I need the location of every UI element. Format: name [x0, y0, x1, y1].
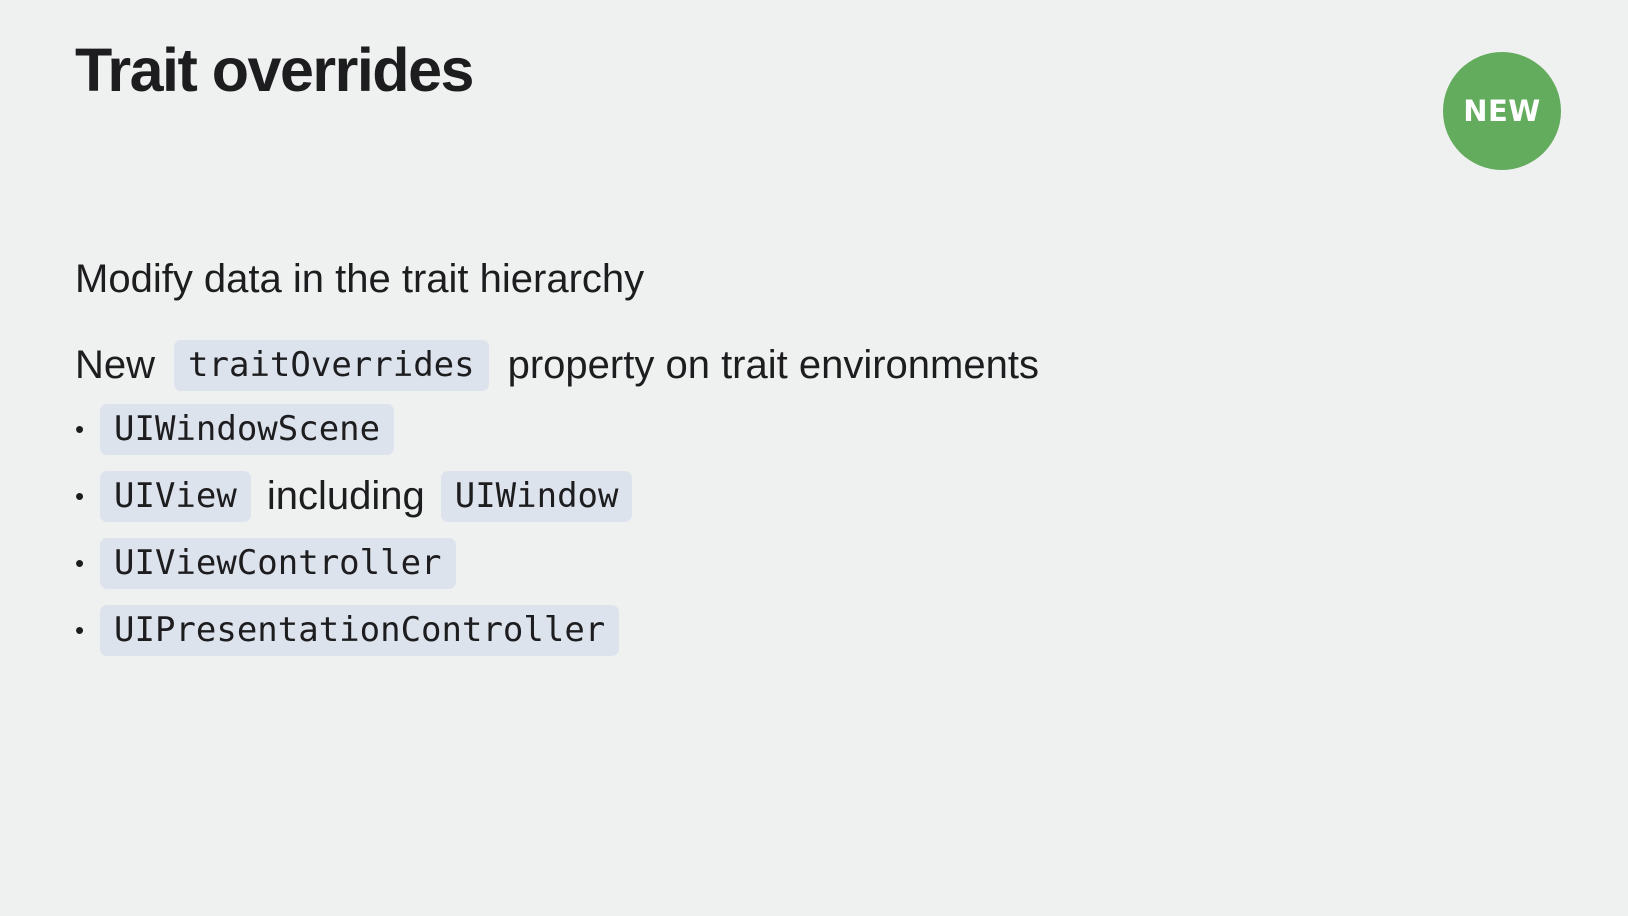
bullet-marker: • [75, 481, 85, 511]
intro-text: Modify data in the trait hierarchy [75, 257, 645, 301]
bullet-marker: • [75, 548, 85, 578]
list-item: • UIWindowScene [75, 404, 632, 455]
code-uiview: UIView [100, 471, 251, 522]
list-item: • UIView including UIWindow [75, 471, 633, 522]
new-badge-label: NEW [1463, 94, 1541, 128]
list-item: • UIPresentationController [75, 605, 632, 656]
code-uiviewcontroller: UIViewController [100, 538, 456, 589]
bullet-marker: • [75, 414, 85, 444]
code-uipresentationcontroller: UIPresentationController [100, 605, 620, 656]
new-badge: NEW [1443, 52, 1561, 170]
code-uiwindow: UIWindow [440, 471, 633, 522]
property-description: New traitOverrides property on trait env… [75, 339, 1039, 391]
bullet-marker: • [75, 615, 85, 645]
code-trait-overrides: traitOverrides [174, 339, 489, 391]
slide-title: Trait overrides [75, 36, 474, 104]
environment-list: • UIWindowScene • UIView including UIWin… [75, 404, 633, 672]
property-prefix: New [75, 343, 156, 387]
including-text: including [266, 474, 425, 518]
list-item: • UIViewController [75, 538, 632, 589]
code-uiwindowscene: UIWindowScene [100, 404, 395, 455]
property-suffix: property on trait environments [507, 343, 1039, 387]
